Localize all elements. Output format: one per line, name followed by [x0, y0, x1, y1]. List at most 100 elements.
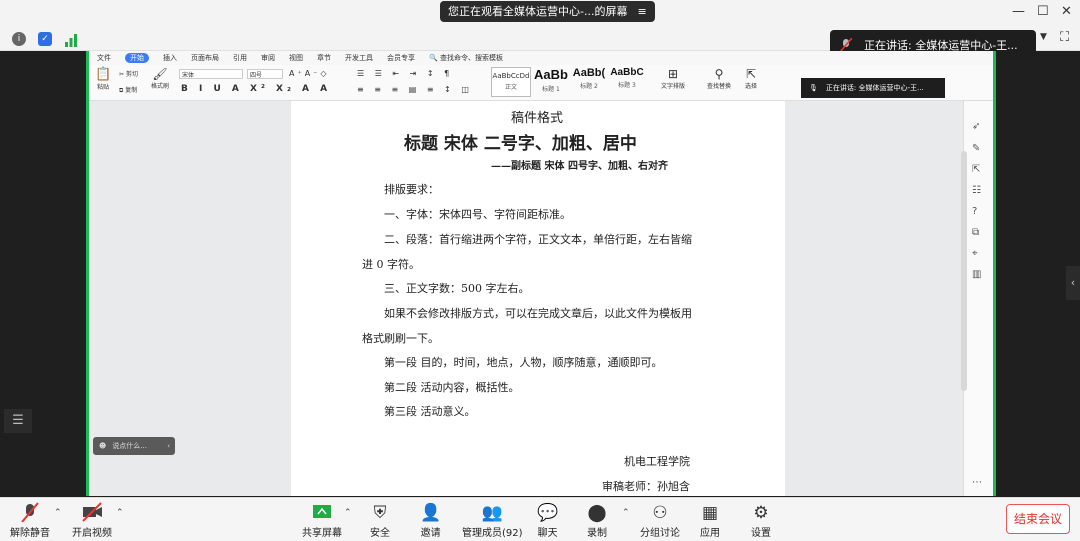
ribbon-menu-review[interactable]: 审阅	[261, 53, 275, 63]
unmute-label: 解除静音	[10, 528, 50, 539]
emoji-icon: ☻	[99, 442, 107, 450]
chat-label: 聊天	[537, 528, 558, 539]
inner-speaker-indicator: 🎙 正在讲话: 全媒体运营中心-王...	[801, 78, 945, 98]
style-heading-3-label: 标题 3	[618, 82, 636, 89]
breakout-label: 分组讨论	[640, 528, 680, 539]
scrollbar[interactable]	[961, 151, 967, 391]
manage-members-button[interactable]: 👥 管理成员(92)	[462, 502, 523, 539]
chevron-left-icon[interactable]: ‹	[1066, 266, 1080, 300]
menu-icon[interactable]: ≡	[637, 1, 646, 22]
ribbon-menu-view[interactable]: 视图	[289, 53, 303, 63]
cut-button[interactable]: ✂ 剪切	[119, 69, 138, 78]
doc-line: 第三段 活动意义。	[384, 405, 476, 418]
apps-button[interactable]: ▦ 应用	[700, 502, 720, 539]
align-tools[interactable]: ≡ ≡ ≡ ▤ ≡ ↕ ◫	[357, 85, 473, 94]
manage-members-label: 管理成员(92)	[462, 528, 523, 539]
maximize-icon[interactable]: ☐	[1037, 4, 1049, 19]
ribbon-menu-section[interactable]: 章节	[317, 53, 331, 63]
doc-line: 一、字体：宋体四号、字符间距标准。	[384, 208, 571, 221]
find-replace-button[interactable]: ⚲ 查找替换	[707, 67, 731, 90]
style-heading-1-preview: AaBb	[534, 67, 568, 82]
font-name-select[interactable]: 宋体	[179, 69, 243, 79]
font-size-value: 四号	[250, 72, 263, 79]
signal-icon[interactable]	[64, 32, 78, 47]
font-size-tools[interactable]: A⁺A⁻◇	[289, 69, 330, 78]
security-button[interactable]: ⛨ 安全	[370, 502, 390, 539]
font-size-select[interactable]: 四号	[247, 69, 283, 79]
signature-teacher: 审稿老师：孙旭含	[602, 480, 690, 493]
ribbon-menu-home[interactable]: 开始	[125, 53, 149, 63]
style-heading-2[interactable]: AaBb( 标题 2	[571, 67, 607, 97]
ribbon-menu-insert[interactable]: 插入	[163, 53, 177, 63]
help-icon[interactable]: ?	[972, 206, 977, 217]
text-format-tools[interactable]: B I U A X² X₂ A A	[181, 84, 331, 94]
doc-subtitle: ——副标题 宋体 四号字、加粗、右对齐	[491, 161, 668, 172]
sliders-icon[interactable]: ☷	[972, 185, 981, 196]
text-layout-button[interactable]: ⊞ 文字排版	[661, 67, 685, 90]
chevron-down-icon[interactable]: ▼	[1040, 32, 1047, 42]
minimize-icon[interactable]: —	[1012, 4, 1025, 19]
ribbon-search-text: 查找命令、搜索模板	[439, 54, 503, 62]
add-user-icon: 👤	[420, 503, 442, 523]
ribbon-search[interactable]: 🔍 查找命令、搜索模板	[429, 53, 503, 63]
doc-heading: 稿件格式	[511, 111, 564, 126]
screen-share-indicator[interactable]: 您正在观看全媒体运营中心-...的屏幕 ≡	[440, 1, 655, 22]
settings-button[interactable]: ⚙ 设置	[751, 502, 771, 539]
format-painter-button[interactable]: 🖌 格式刷	[151, 67, 169, 90]
start-video-button[interactable]: 开启视频	[72, 502, 112, 539]
share-screen-button[interactable]: 共享屏幕	[302, 502, 342, 539]
paste-button[interactable]: 📋 粘贴	[95, 67, 111, 91]
cursor-icon[interactable]: ⇱	[972, 164, 980, 175]
chat-button[interactable]: 💬 聊天	[537, 502, 558, 539]
list-tools[interactable]: ☰ ☰ ⇤ ⇥ ↕ ¶	[357, 69, 453, 78]
chevron-up-icon[interactable]: ⌃	[54, 508, 62, 518]
document-page[interactable]: 稿件格式 标题 宋体 二号字、加粗、居中 ——副标题 宋体 四号字、加粗、右对齐…	[291, 101, 785, 496]
more-icon[interactable]: ⋯	[972, 477, 982, 488]
doc-line: 三、正文字数：500 字左右。	[384, 282, 530, 295]
record-button[interactable]: ⬤ 录制	[587, 502, 607, 539]
ribbon-menu: 文件 开始 插入 页面布局 引用 审阅 视图 章节 开发工具 会员专享 🔍 查找…	[89, 51, 993, 65]
end-meeting-button[interactable]: 结束会议	[1006, 504, 1070, 534]
chevron-up-icon[interactable]: ⌃	[622, 508, 630, 518]
inner-speaker-label: 正在讲话: 全媒体运营中心-王...	[825, 84, 924, 92]
doc-line: 进 0 字符。	[362, 258, 420, 271]
ribbon-menu-file[interactable]: 文件	[97, 53, 111, 63]
select-button[interactable]: ⇱ 选择	[745, 67, 757, 90]
style-heading-3[interactable]: AaBbC 标题 3	[609, 67, 645, 97]
ribbon-menu-reference[interactable]: 引用	[233, 53, 247, 63]
chevron-up-icon[interactable]: ⌃	[116, 508, 124, 518]
chat-icon: 💬	[537, 503, 559, 523]
copy-button[interactable]: ⧉ 复制	[119, 85, 137, 95]
doc-title: 标题 宋体 二号字、加粗、居中	[404, 134, 637, 154]
shield-icon: ⛨	[373, 503, 387, 523]
ribbon-menu-dev[interactable]: 开发工具	[345, 53, 373, 63]
apps-label: 应用	[700, 528, 720, 539]
location-icon[interactable]: ⌖	[972, 248, 978, 259]
font-name-value: 宋体	[182, 72, 195, 79]
muted-mic-icon	[10, 502, 50, 524]
ribbon-menu-layout[interactable]: 页面布局	[191, 53, 219, 63]
breakout-button[interactable]: ⚇ 分组讨论	[640, 502, 680, 539]
fullscreen-icon[interactable]: ⛶	[1060, 30, 1069, 45]
search-icon: ⚲	[714, 67, 724, 81]
invite-button[interactable]: 👤 邀请	[420, 502, 441, 539]
book-icon[interactable]: ▥	[972, 269, 981, 280]
chevron-left-icon[interactable]: ‹	[167, 442, 170, 450]
chevron-up-icon[interactable]: ⌃	[344, 508, 352, 518]
list-icon[interactable]: ☰	[4, 409, 32, 433]
pin-icon[interactable]: ➶	[972, 121, 980, 132]
info-icon[interactable]: i	[12, 32, 26, 46]
signature-org: 机电工程学院	[624, 455, 690, 468]
pen-icon[interactable]: ✎	[972, 143, 980, 154]
chat-bubble[interactable]: ☻ 说点什么... ‹	[93, 437, 175, 455]
side-panel: ➶ ✎ ⇱ ☷ ? ⧉ ⌖ ▥ ⋯	[963, 101, 993, 496]
unmute-button[interactable]: 解除静音	[10, 502, 50, 539]
shield-icon[interactable]: ✓	[38, 32, 52, 46]
close-icon[interactable]: ✕	[1061, 4, 1072, 19]
security-label: 安全	[370, 528, 390, 539]
share-screen-label: 共享屏幕	[302, 528, 342, 539]
style-normal[interactable]: AaBbCcDd 正文	[491, 67, 531, 97]
ribbon-menu-member[interactable]: 会员专享	[387, 53, 415, 63]
share-icon[interactable]: ⧉	[972, 227, 979, 238]
style-heading-1[interactable]: AaBb 标题 1	[533, 67, 569, 97]
